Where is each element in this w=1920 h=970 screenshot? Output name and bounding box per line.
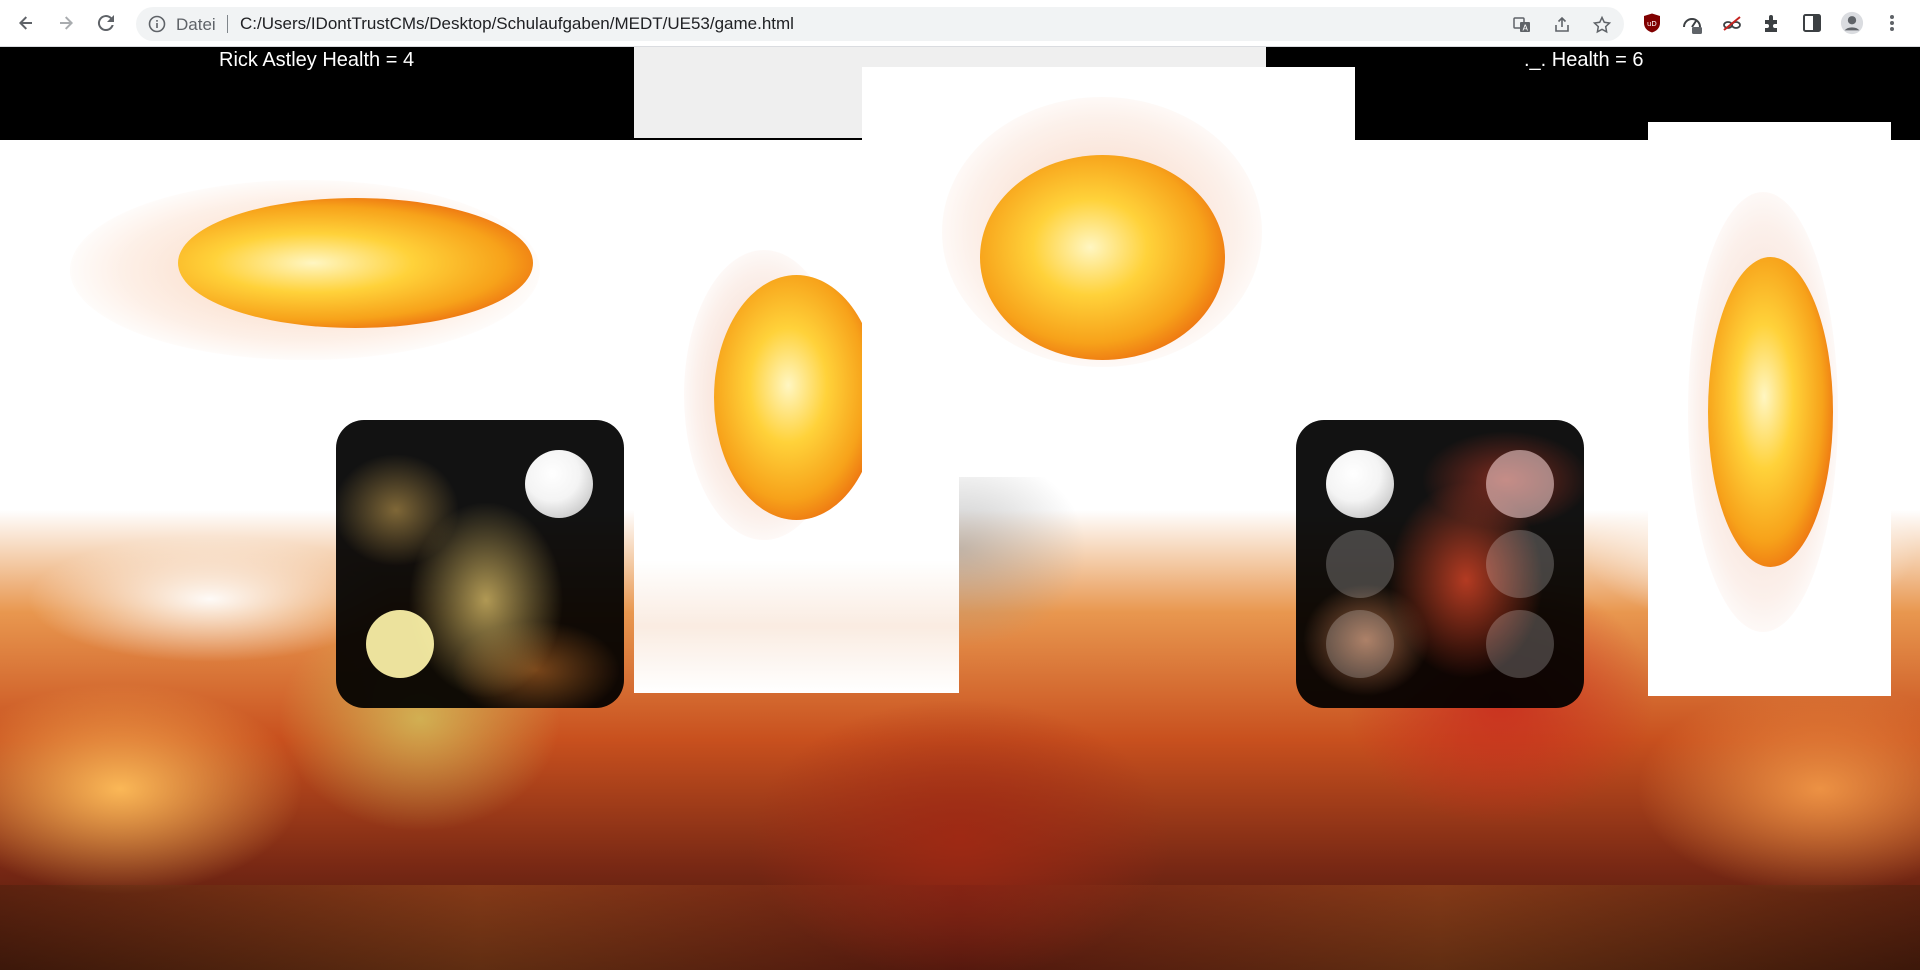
back-button[interactable] — [9, 7, 43, 39]
fire-overlay-fade — [634, 560, 959, 693]
fire-background-strip — [0, 885, 1920, 970]
die-pip — [1486, 530, 1554, 598]
extensions-button[interactable] — [1760, 11, 1784, 35]
explosion-fireball — [178, 198, 533, 328]
svg-text:uD: uD — [1647, 20, 1657, 28]
incognito-extension-icon — [1723, 16, 1741, 31]
forward-button[interactable] — [49, 7, 83, 39]
url-text[interactable]: C:/Users/IDontTrustCMs/Desktop/Schulaufg… — [240, 14, 794, 34]
game-page: Rick Astley Health = 4 ._. Health = 6 — [0, 47, 1920, 970]
speed-dial-icon — [1683, 18, 1702, 34]
more-menu-button[interactable] — [1880, 11, 1904, 35]
ublock-origin-icon: uD — [1644, 13, 1660, 33]
share-button[interactable] — [1551, 14, 1573, 36]
player1-die[interactable] — [336, 420, 624, 708]
incognito-extension-button[interactable] — [1720, 11, 1744, 35]
more-menu-icon — [1890, 15, 1894, 31]
explosion-fireball — [714, 275, 879, 520]
translate-icon: A — [1513, 17, 1530, 33]
side-panel-button[interactable] — [1800, 11, 1824, 35]
star-icon — [1592, 15, 1612, 34]
explosion-fireball — [980, 155, 1225, 360]
ublock-extension-button[interactable]: uD — [1640, 11, 1664, 35]
puzzle-extensions-icon — [1765, 15, 1777, 32]
omnibox-divider — [227, 15, 228, 33]
die-pip — [1486, 450, 1554, 518]
explosion-fireball — [1708, 257, 1833, 567]
bookmark-button[interactable] — [1591, 14, 1613, 36]
translate-button[interactable]: A — [1511, 14, 1533, 36]
info-icon[interactable] — [148, 15, 166, 33]
explosion-image-1 — [0, 140, 634, 460]
side-panel-icon — [1803, 14, 1821, 32]
svg-text:A: A — [1523, 24, 1529, 33]
die-pip — [1486, 610, 1554, 678]
reload-button[interactable] — [89, 7, 123, 39]
arrow-right-icon — [60, 16, 73, 30]
player2-die[interactable] — [1296, 420, 1584, 708]
explosion-image-4 — [1648, 122, 1891, 696]
profile-button[interactable] — [1840, 11, 1864, 35]
scheme-label: Datei — [176, 15, 216, 34]
reload-icon — [97, 15, 114, 32]
speed-extension-button[interactable] — [1680, 11, 1704, 35]
die-pip — [1326, 610, 1394, 678]
player2-health-label: ._. Health = 6 — [1524, 49, 1644, 71]
die-pip — [366, 610, 434, 678]
browser-toolbar: Datei C:/Users/IDontTrustCMs/Desktop/Sch… — [0, 0, 1920, 47]
address-bar[interactable]: Datei C:/Users/IDontTrustCMs/Desktop/Sch… — [136, 7, 1624, 41]
die-pip — [525, 450, 593, 518]
explosion-image-3 — [862, 67, 1355, 477]
player1-health-label: Rick Astley Health = 4 — [219, 49, 415, 71]
arrow-left-icon — [19, 16, 32, 30]
share-icon — [1555, 16, 1569, 32]
die-pip — [1326, 530, 1394, 598]
profile-avatar-icon — [1840, 11, 1864, 35]
die-pip — [1326, 450, 1394, 518]
